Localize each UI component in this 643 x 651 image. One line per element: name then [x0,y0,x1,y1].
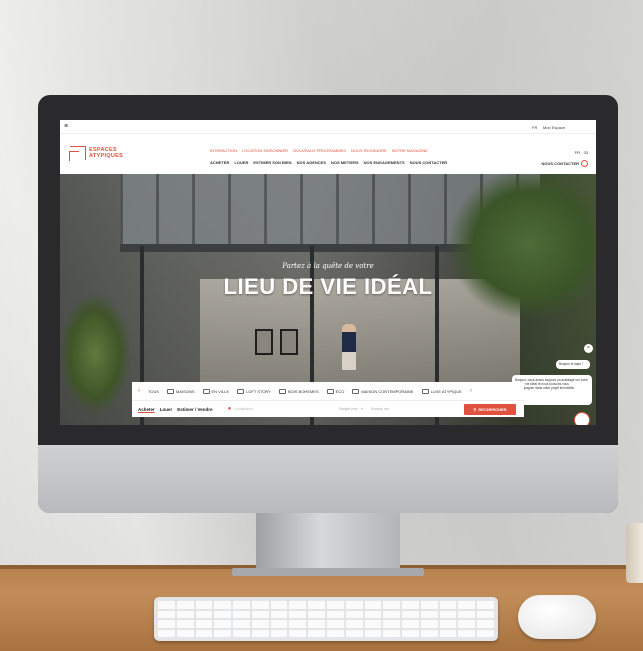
search-button[interactable]: ⚲ RECHERCHER [464,404,516,415]
filter-all[interactable]: TOUS [148,389,159,394]
cabin-icon [278,388,286,394]
hero-title: LIEU DE VIE IDÉAL [223,274,433,299]
screen: ≡ FR Mon Espace ESPACES ATYPIQUES INTERA… [60,120,596,425]
nav-item-commitments[interactable]: NOS ENGAGEMENTS [364,160,405,165]
loft-icon [237,388,245,394]
mouse [518,595,596,639]
monitor-stand-base [232,568,424,576]
filter-next-icon[interactable]: › [470,388,472,394]
logo-line2: ATYPIQUES [89,153,124,159]
chat-greeting[interactable]: Bonjour le lapin ! [556,360,590,369]
tab-rent[interactable]: Louer [160,407,173,412]
filter-label: TOUS [148,388,160,394]
nav-item-rent[interactable]: LOUER [234,160,248,165]
nav-top-item[interactable]: LOCATION SAISONNIER [242,148,288,153]
surface-input[interactable]: Surface min [371,407,390,411]
filter-prev-icon[interactable]: ‹ [138,388,140,394]
site-header: ESPACES ATYPIQUES INTERACTION LOCATION S… [60,134,596,174]
nav-item-buy[interactable]: ACHETER [210,160,229,165]
utility-bar: ≡ FR Mon Espace [60,120,596,134]
filter-label: EN VILLE [211,388,230,394]
filter-label: LOFT STORY [246,388,271,394]
nav-top-item[interactable]: NOTRE MAGAZINE [392,148,428,153]
location-input[interactable]: Localisation [234,407,304,411]
search-button-label: RECHERCHER [478,407,507,412]
filter-loft[interactable]: LOFT STORY [237,388,271,394]
logo-mark-icon [69,146,86,161]
diamond-icon [421,388,429,394]
modern-house-icon [352,388,360,394]
monitor-stand [256,513,400,575]
language-switch[interactable]: FR [532,125,537,130]
keyboard [154,597,498,641]
filter-eco[interactable]: ECO [326,388,345,394]
hero-subtitle: Partez à la quête de votre [282,262,374,270]
logo-text: ESPACES ATYPIQUES [89,147,123,159]
filter-label: ECO [335,388,345,394]
wall-frame [255,329,273,355]
nav-item-contact[interactable]: NOUS CONTACTER [410,160,447,165]
filter-wood[interactable]: BOIS BOHEMES [278,388,319,394]
chat-message[interactable]: Bonjour, nous avons toujours un avantage… [512,375,592,405]
phone-number[interactable]: FR · 33 [542,150,588,155]
monitor-chin [38,445,618,513]
tab-buy[interactable]: Acheter [138,407,155,412]
chat-close-button[interactable]: × [584,344,593,353]
filter-label: BOIS BOHEMES [287,388,319,394]
filter-contemporary[interactable]: MAISON CONTEMPORAINE [352,388,414,394]
my-space-link[interactable]: Mon Espace [543,125,565,130]
brand-logo[interactable]: ESPACES ATYPIQUES [69,146,123,161]
nav-item-agencies[interactable]: NOS AGENCES [297,160,326,165]
filter-luxury[interactable]: LUXE ATYPIQUE [421,388,462,394]
category-filter-bar: ‹ TOUS MAISONS EN VILLE LOFT STORY BOIS … [132,382,524,400]
filter-city[interactable]: EN VILLE [202,388,230,394]
nav-item-estimate[interactable]: ESTIMER SON BIEN [253,160,291,165]
nav-top-item[interactable]: NOUVEAUX PROGRAMMES [293,148,346,153]
secondary-nav: INTERACTION LOCATION SAISONNIER NOUVEAUX… [210,148,428,153]
filter-label: MAISON CONTEMPORAINE [361,388,414,394]
nav-top-item[interactable]: NOUS REJOINDRE [351,148,387,153]
person [342,324,356,370]
wall-frame [280,329,298,355]
cup [626,523,643,583]
leaf-icon [326,388,334,394]
hamburger-icon[interactable]: ≡ [64,123,68,130]
chat-launcher-icon[interactable] [574,412,590,425]
search-icon: ⚲ [473,407,477,412]
nav-item-jobs[interactable]: NOS METIERS [331,160,359,165]
filter-houses[interactable]: MAISONS [167,388,195,394]
chat-icon [581,160,588,167]
contact-label: NOUS CONTACTER [541,161,579,166]
building-icon [202,388,210,394]
filter-label: MAISONS [176,388,195,394]
budget-select[interactable]: Budget max · ▾ [339,407,363,411]
header-contact: FR · 33 NOUS CONTACTER [542,150,588,167]
location-pin-icon: ● [227,406,232,412]
property-search-bar: Acheter Louer Estimer / Vendre ● Localis… [132,400,524,417]
main-nav: ACHETER LOUER ESTIMER SON BIEN NOS AGENC… [210,160,447,165]
nav-top-item[interactable]: INTERACTION [210,148,237,153]
house-icon [167,388,175,394]
plant [60,294,130,414]
contact-button[interactable]: NOUS CONTACTER [542,160,588,167]
filter-label: LUXE ATYPIQUE [430,388,462,394]
tab-estimate-sell[interactable]: Estimer / Vendre [177,407,212,412]
